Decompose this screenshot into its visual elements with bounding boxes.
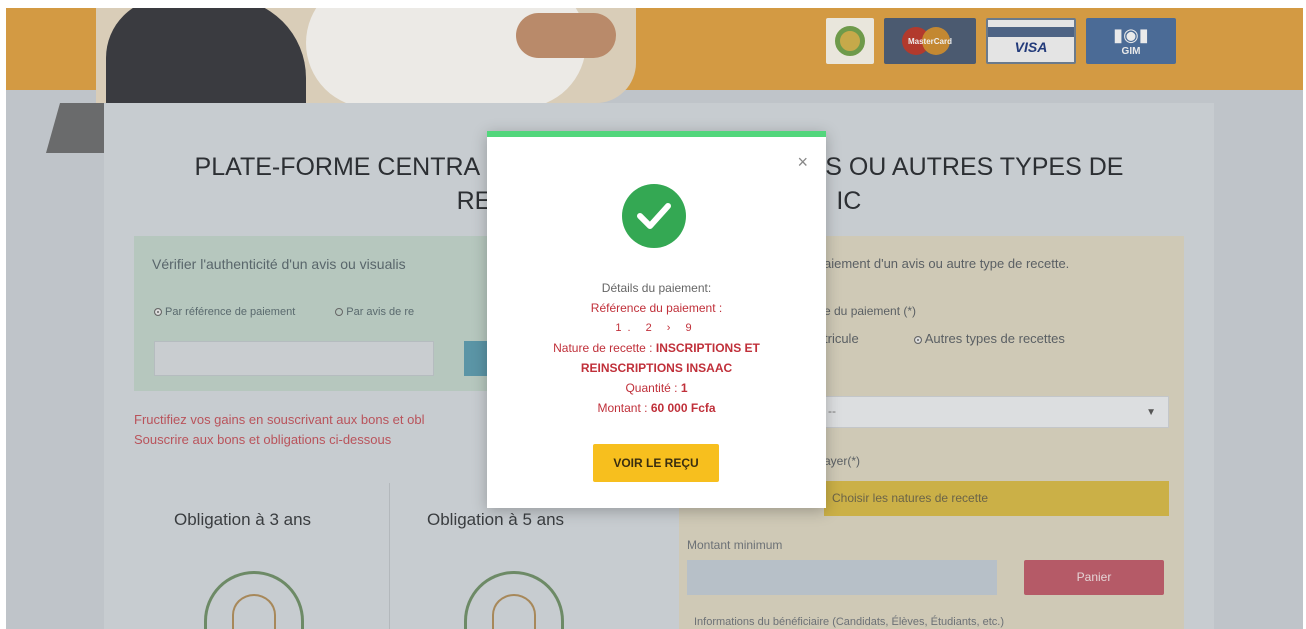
visa-text: VISA — [1014, 39, 1048, 55]
min-amount-input[interactable] — [687, 560, 997, 595]
verify-button[interactable] — [464, 341, 489, 376]
page-title-part: IC — [836, 186, 862, 215]
verify-input[interactable] — [154, 341, 434, 376]
min-amount-label: Montant minimum — [687, 538, 783, 552]
hero-hand — [516, 13, 616, 58]
round-seal-logo — [826, 18, 874, 64]
verify-radio-group: Par référence de paiement Par avis de re — [154, 306, 414, 318]
nature-value: REINSCRIPTIONS INSAAC — [580, 361, 733, 375]
check-icon — [622, 184, 686, 248]
payment-title: aiement d'un avis ou autre type de recet… — [824, 256, 1070, 271]
bond-5y-title[interactable]: Obligation à 5 ans — [427, 510, 564, 530]
amount-label: Montant : — [597, 401, 651, 415]
bond-3y-title[interactable]: Obligation à 3 ans — [174, 510, 311, 530]
quantity-value: 1 — [680, 381, 688, 395]
nature-value: INSCRIPTIONS ET — [655, 341, 760, 355]
radio-label: tricule — [824, 331, 859, 346]
mastercard-text: MasterCard — [907, 36, 952, 46]
nature-row: Nature de recette : INSCRIPTIONS ET — [487, 338, 826, 358]
page-title-part: PLATE-FORME CENTRA — [194, 153, 481, 181]
gim-text: GIM — [1121, 46, 1141, 57]
payment-radio-group: tricule Autres types de recettes — [824, 331, 1065, 346]
radio-label: Par avis de re — [346, 306, 415, 318]
verify-title: Vérifier l'authenticité d'un avis ou vis… — [152, 256, 406, 272]
hero-photo — [96, 8, 636, 103]
details-label: Détails du paiement: — [601, 281, 712, 295]
page-title-part: S OU AUTRES TYPES DE — [825, 153, 1124, 181]
reference-label: Référence du paiement : — [590, 301, 723, 315]
radio-autres-recettes[interactable]: Autres types de recettes — [913, 331, 1065, 346]
radio-label: Autres types de recettes — [924, 331, 1065, 346]
promo-link[interactable]: Souscrire aux bons et obligations ci-des… — [134, 430, 424, 450]
divider — [389, 483, 390, 629]
visa-logo: VISA — [986, 18, 1076, 64]
radio-by-avis[interactable]: Par avis de re — [335, 306, 414, 318]
cart-button[interactable]: Panier — [1024, 560, 1164, 595]
beneficiary-label: Informations du bénéficiaire (Candidats,… — [694, 616, 1004, 628]
radio-matricule[interactable]: tricule — [824, 331, 859, 346]
radio-label: Par référence de paiement — [165, 306, 296, 318]
select-value: -- — [828, 404, 836, 418]
view-receipt-button[interactable]: VOIR LE REÇU — [593, 444, 719, 482]
close-icon[interactable]: × — [797, 153, 808, 171]
mastercard-logo: MasterCard — [884, 18, 976, 64]
amount-row: Montant : 60 000 Fcfa — [487, 398, 826, 418]
radio-by-reference[interactable]: Par référence de paiement — [154, 306, 295, 318]
chevron-down-icon: ▼ — [1146, 407, 1156, 418]
quantity-row: Quantité : 1 — [487, 378, 826, 398]
payment-success-modal: × Détails du paiement: Référence du paie… — [487, 131, 826, 508]
gim-logo: ▮◉▮ GIM — [1086, 18, 1176, 64]
amount-value: 60 000 Fcfa — [650, 401, 716, 415]
promo-text: Fructifiez vos gains en souscrivant aux … — [134, 410, 424, 450]
verify-panel: Vérifier l'authenticité d'un avis ou vis… — [134, 236, 489, 391]
nature-row-2: REINSCRIPTIONS INSAAC — [487, 358, 826, 378]
payment-details: Détails du paiement: Référence du paieme… — [487, 278, 826, 418]
bond-logo — [464, 571, 564, 629]
reference-value: 1. 2 › 9 — [615, 322, 698, 334]
nature-label: Nature de recette : — [553, 341, 656, 355]
quantity-label: Quantité : — [625, 381, 681, 395]
hero-person — [106, 8, 306, 103]
bond-logo — [204, 571, 304, 629]
promo-line: Fructifiez vos gains en souscrivant aux … — [134, 412, 425, 427]
choose-natures-button[interactable]: Choisir les natures de recette — [824, 481, 1169, 516]
payment-type-label: e du paiement (*) — [824, 304, 917, 318]
payer-label: ayer(*) — [824, 454, 861, 468]
payment-logos: MasterCard VISA ▮◉▮ GIM — [826, 18, 1176, 64]
